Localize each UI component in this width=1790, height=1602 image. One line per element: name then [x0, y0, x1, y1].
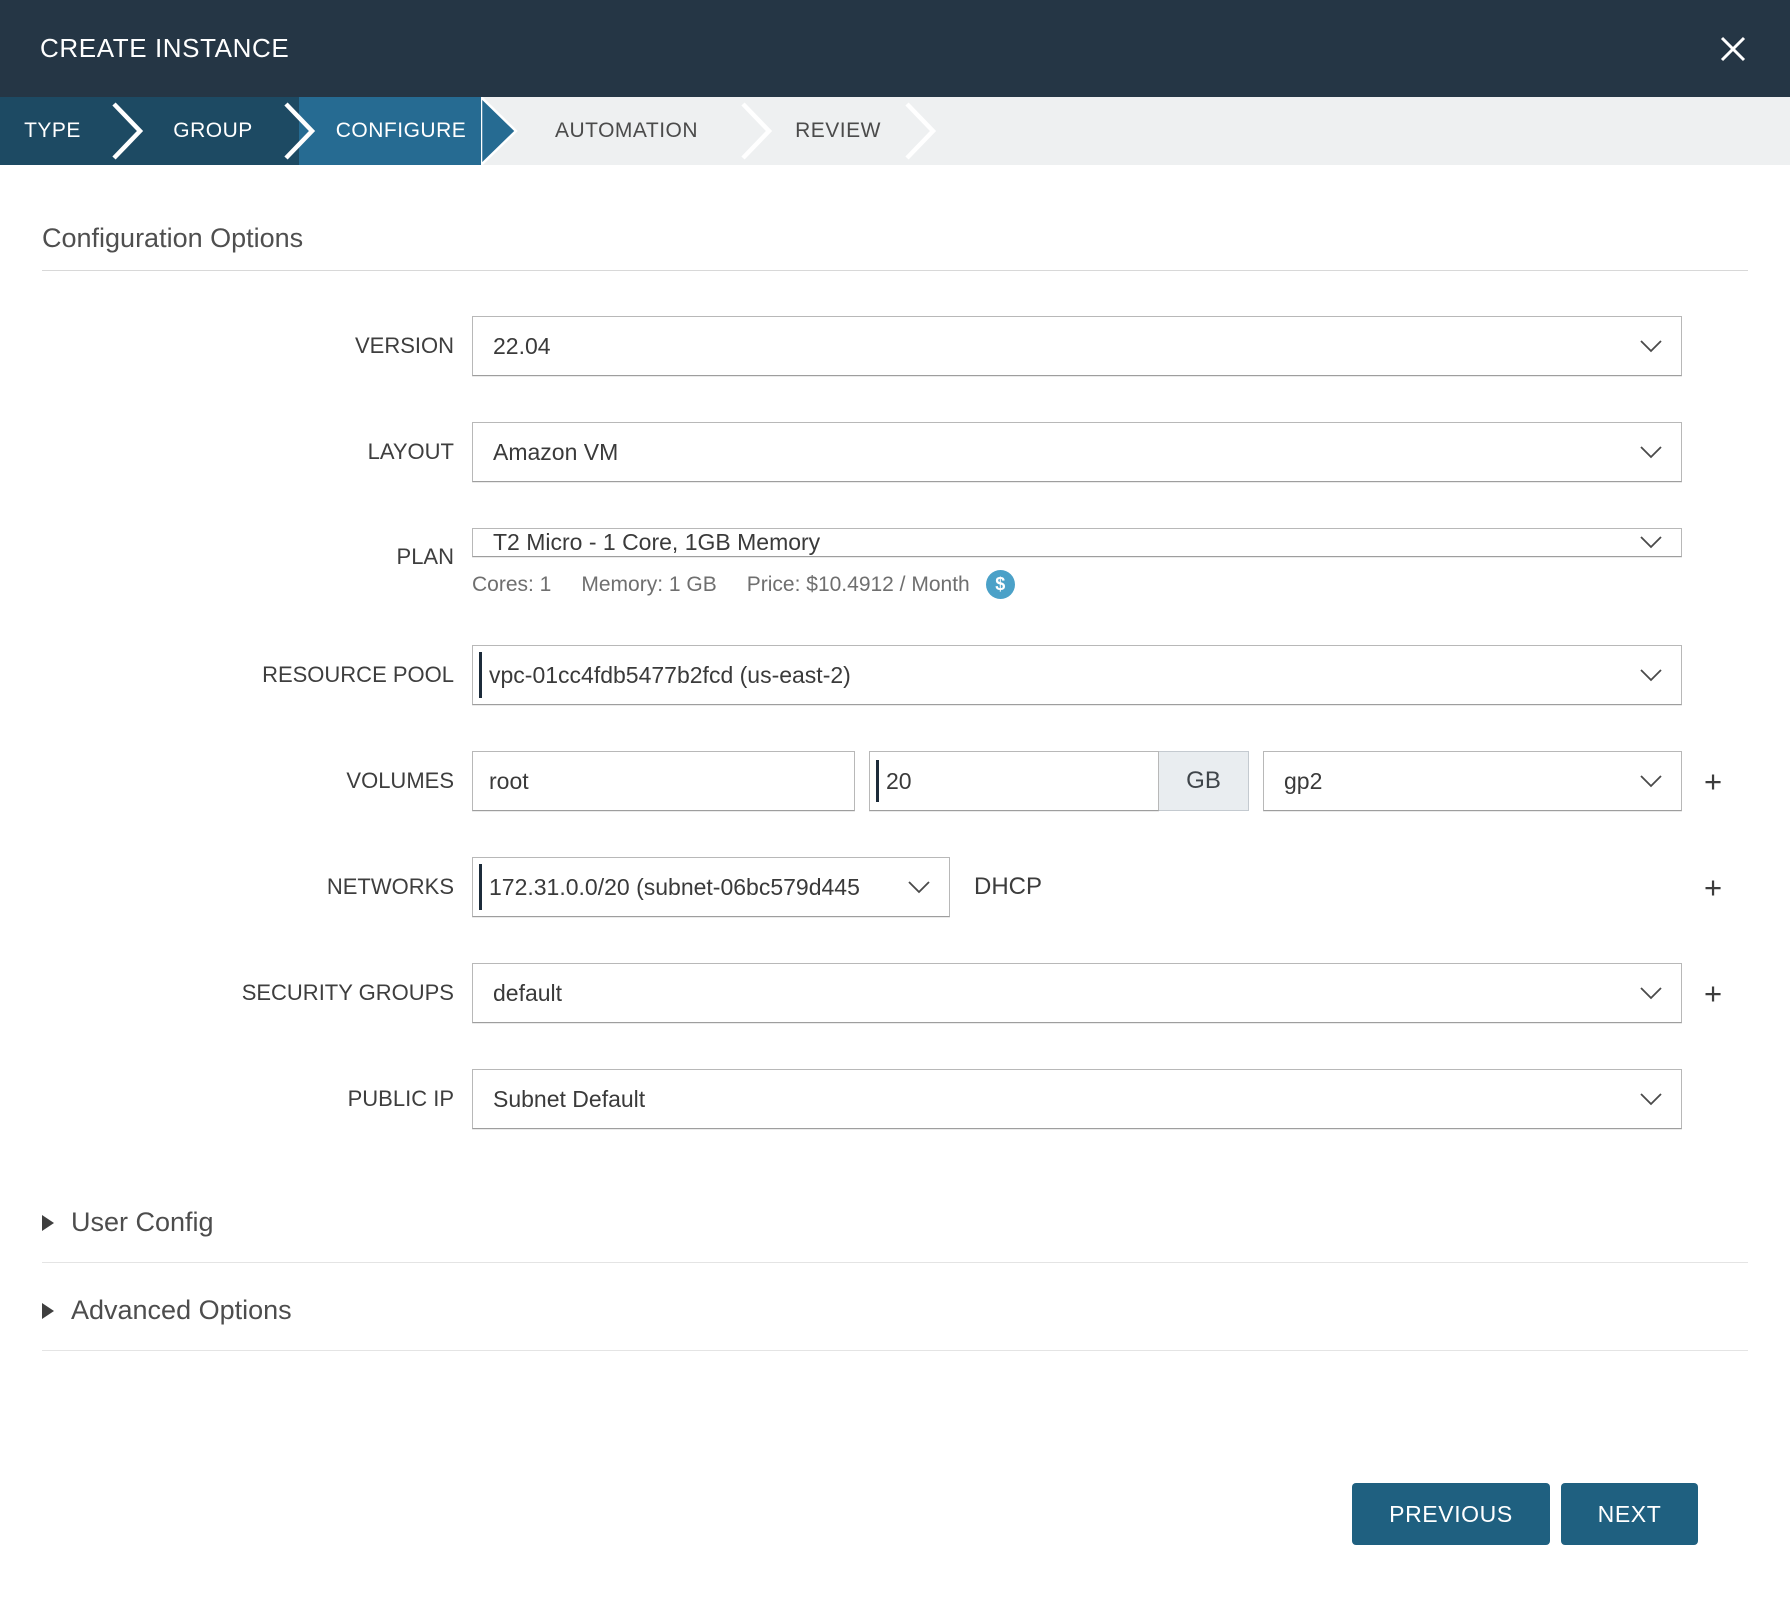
close-button[interactable]: [1716, 32, 1750, 66]
step-type-label: TYPE: [24, 119, 81, 143]
chevron-down-icon: [907, 880, 931, 895]
step-separator-chevron-icon: [105, 97, 149, 165]
volume-size-unit: GB: [1159, 751, 1249, 811]
plan-row: PLAN T2 Micro - 1 Core, 1GB Memory Cores…: [42, 528, 1748, 599]
section-divider: [42, 270, 1748, 271]
security-groups-row: SECURITY GROUPS default +: [42, 963, 1748, 1023]
volumes-label: VOLUMES: [42, 768, 454, 794]
configuration-form: VERSION 22.04 LAYOUT Amazon VM PLAN: [42, 316, 1748, 1129]
version-select[interactable]: 22.04: [472, 316, 1682, 376]
layout-label: LAYOUT: [42, 439, 454, 465]
step-group-label: GROUP: [173, 119, 253, 143]
step-separator-chevron-icon: [734, 97, 778, 165]
active-step-arrow-icon: [481, 97, 519, 165]
chevron-down-icon: [1639, 774, 1663, 789]
public-ip-row: PUBLIC IP Subnet Default: [42, 1069, 1748, 1129]
step-separator-chevron-icon: [898, 97, 942, 165]
plan-cores: Cores: 1: [472, 573, 551, 597]
step-automation[interactable]: AUTOMATION: [519, 97, 734, 165]
add-security-group-button[interactable]: +: [1700, 978, 1726, 1009]
plan-select[interactable]: T2 Micro - 1 Core, 1GB Memory: [472, 528, 1682, 557]
section-title: Configuration Options: [42, 223, 1748, 254]
text-caret: [876, 760, 879, 802]
network-select[interactable]: 172.31.0.0/20 (subnet-06bc579d445: [472, 857, 950, 917]
text-caret: [479, 652, 482, 698]
resource-pool-row: RESOURCE POOL vpc-01cc4fdb5477b2fcd (us-…: [42, 645, 1748, 705]
resource-pool-select[interactable]: vpc-01cc4fdb5477b2fcd (us-east-2): [472, 645, 1682, 705]
expand-triangle-icon: [42, 1303, 54, 1319]
public-ip-select[interactable]: Subnet Default: [472, 1069, 1682, 1129]
volume-type-value: gp2: [1284, 768, 1322, 795]
next-button[interactable]: NEXT: [1561, 1483, 1698, 1545]
wizard-footer: PREVIOUS NEXT: [42, 1483, 1748, 1545]
volume-size-value: 20: [886, 768, 912, 795]
plan-memory: Memory: 1 GB: [581, 573, 716, 597]
chevron-down-icon: [1639, 986, 1663, 1001]
public-ip-value: Subnet Default: [493, 1086, 645, 1113]
wizard-stepper: TYPE GROUP CONFIGURE AUTOMATION REVIEW: [0, 97, 1790, 165]
security-group-select[interactable]: default: [472, 963, 1682, 1023]
add-volume-button[interactable]: +: [1700, 766, 1726, 797]
networks-label: NETWORKS: [42, 874, 454, 900]
layout-select[interactable]: Amazon VM: [472, 422, 1682, 482]
price-dollar-icon[interactable]: $: [986, 570, 1015, 599]
security-group-value: default: [493, 980, 562, 1007]
volumes-row: VOLUMES root 20 GB gp2 +: [42, 751, 1748, 811]
step-separator-chevron-icon: [277, 97, 321, 165]
step-configure-label: CONFIGURE: [336, 119, 467, 143]
layout-value: Amazon VM: [493, 439, 618, 466]
close-icon: [1718, 34, 1748, 64]
plan-price: Price: $10.4912 / Month: [747, 573, 970, 597]
text-caret: [479, 864, 482, 910]
advanced-options-title: Advanced Options: [71, 1295, 292, 1326]
plan-details: Cores: 1 Memory: 1 GB Price: $10.4912 / …: [472, 570, 1682, 599]
step-type[interactable]: TYPE: [0, 97, 105, 165]
volume-name-value: root: [489, 768, 529, 795]
volume-type-select[interactable]: gp2: [1263, 751, 1682, 811]
public-ip-label: PUBLIC IP: [42, 1086, 454, 1112]
resource-pool-label: RESOURCE POOL: [42, 662, 454, 688]
add-network-button[interactable]: +: [1700, 872, 1726, 903]
step-review-label: REVIEW: [795, 119, 881, 143]
volume-name-input[interactable]: root: [472, 751, 855, 811]
previous-button[interactable]: PREVIOUS: [1352, 1483, 1550, 1545]
security-groups-label: SECURITY GROUPS: [42, 980, 454, 1006]
chevron-down-icon: [1639, 1092, 1663, 1107]
chevron-down-icon: [1639, 668, 1663, 683]
volume-size-input[interactable]: 20: [869, 751, 1159, 811]
plan-label: PLAN: [42, 544, 454, 570]
version-label: VERSION: [42, 333, 454, 359]
resource-pool-value: vpc-01cc4fdb5477b2fcd (us-east-2): [489, 662, 851, 689]
version-value: 22.04: [493, 333, 551, 360]
dialog-title: CREATE INSTANCE: [40, 33, 289, 64]
network-value: 172.31.0.0/20 (subnet-06bc579d445: [489, 874, 860, 901]
layout-row: LAYOUT Amazon VM: [42, 422, 1748, 482]
network-dhcp-label: DHCP: [974, 873, 1042, 901]
plan-value: T2 Micro - 1 Core, 1GB Memory: [493, 529, 820, 556]
step-group[interactable]: GROUP: [149, 97, 277, 165]
step-review[interactable]: REVIEW: [778, 97, 898, 165]
version-row: VERSION 22.04: [42, 316, 1748, 376]
step-configure[interactable]: CONFIGURE: [321, 97, 481, 165]
advanced-options-section-toggle[interactable]: Advanced Options: [42, 1263, 1748, 1351]
chevron-down-icon: [1639, 339, 1663, 354]
expand-triangle-icon: [42, 1215, 54, 1231]
user-config-title: User Config: [71, 1207, 214, 1238]
stepper-filler: [942, 97, 1790, 165]
chevron-down-icon: [1639, 535, 1663, 550]
networks-row: NETWORKS 172.31.0.0/20 (subnet-06bc579d4…: [42, 857, 1748, 917]
chevron-down-icon: [1639, 445, 1663, 460]
dialog-titlebar: CREATE INSTANCE: [0, 0, 1790, 97]
configure-panel: Configuration Options VERSION 22.04 LAYO…: [0, 223, 1790, 1545]
user-config-section-toggle[interactable]: User Config: [42, 1175, 1748, 1263]
step-automation-label: AUTOMATION: [555, 119, 698, 143]
